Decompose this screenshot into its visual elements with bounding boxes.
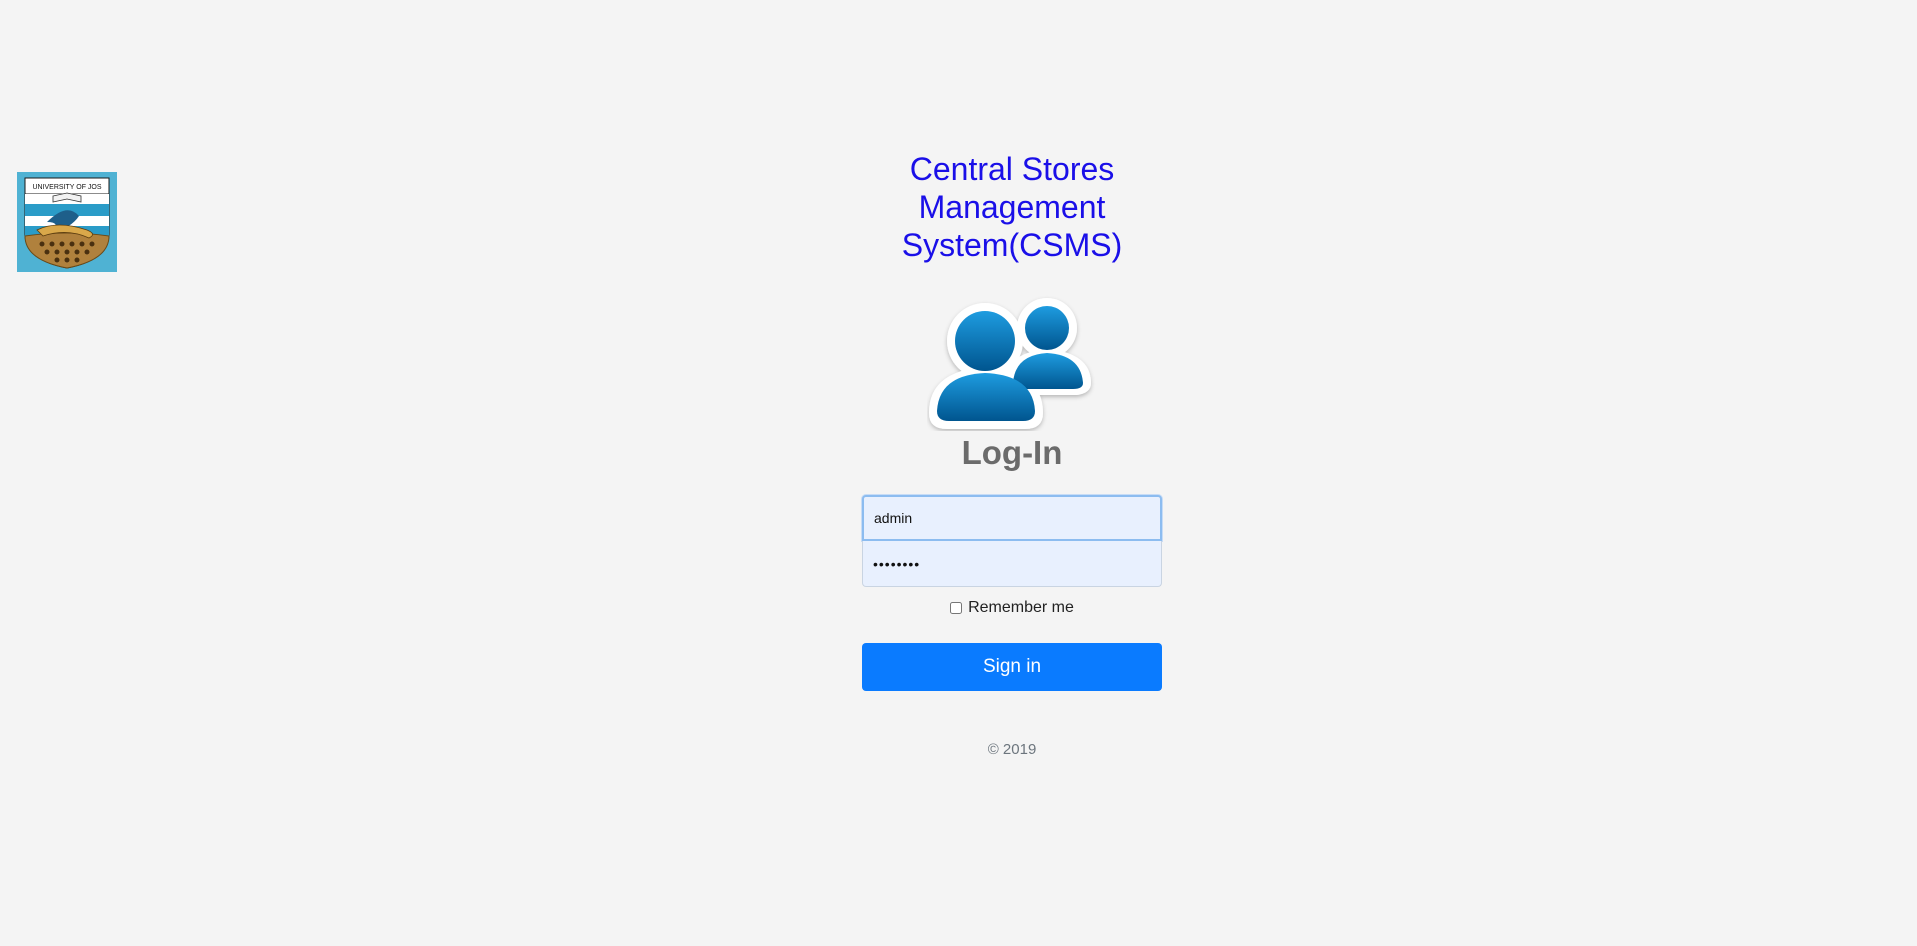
university-logo: UNIVERSITY OF JOS	[17, 172, 117, 272]
app-title: Central Stores Management System(CSMS)	[901, 151, 1123, 263]
remember-me-checkbox[interactable]	[950, 602, 963, 614]
login-heading: Log-In	[961, 434, 1063, 471]
login-panel: Central Stores Management System(CSMS) L…	[862, 150, 1162, 758]
remember-me-label: Remember me	[968, 599, 1074, 616]
crest-text: UNIVERSITY OF JOS	[32, 184, 101, 191]
password-input[interactable]	[862, 541, 1162, 587]
username-input[interactable]	[862, 495, 1162, 541]
remember-me[interactable]: Remember me	[862, 599, 1162, 617]
users-icon	[929, 298, 1091, 429]
copyright-text: © 2019	[987, 741, 1037, 758]
crest-icon: UNIVERSITY OF JOS	[17, 172, 117, 272]
sign-in-button[interactable]: Sign in	[862, 643, 1162, 691]
